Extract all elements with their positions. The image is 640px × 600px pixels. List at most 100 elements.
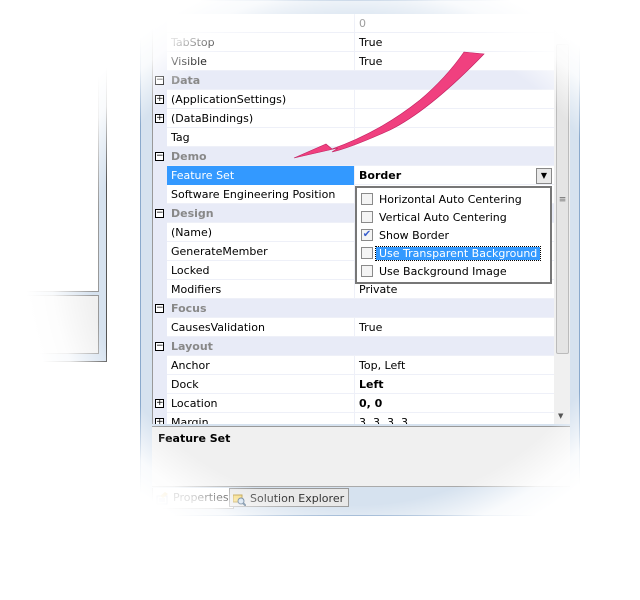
description-panel: Feature Set (152, 426, 570, 486)
collapse-icon[interactable]: − (155, 152, 164, 161)
option-label: Use Transparent Background (374, 245, 542, 261)
property-row[interactable]: Tag (153, 128, 554, 147)
property-value[interactable]: True (355, 318, 554, 337)
row-gutter (153, 185, 167, 204)
property-row[interactable]: Visible True (153, 52, 554, 71)
property-value[interactable] (355, 109, 554, 128)
row-gutter (153, 223, 167, 242)
collapse-icon[interactable]: − (155, 76, 164, 85)
collapse-icon[interactable]: − (155, 209, 164, 218)
property-name: CausesValidation (167, 318, 355, 337)
property-name: Data (171, 74, 201, 87)
property-name: Locked (167, 261, 355, 280)
property-row[interactable]: 0 (153, 14, 554, 33)
row-gutter (153, 128, 167, 147)
expand-icon[interactable]: + (155, 95, 164, 104)
vertical-scrollbar[interactable]: ≡ ▼ (554, 14, 570, 424)
component-tray (0, 295, 99, 354)
category-row[interactable]: − Data (153, 71, 554, 90)
property-name (167, 14, 355, 33)
property-value[interactable]: 3, 3, 3, 3 (355, 413, 554, 424)
checkbox[interactable]: ✔ (361, 229, 373, 241)
expand-icon[interactable]: + (155, 114, 164, 123)
property-row[interactable]: TabStop True (153, 33, 554, 52)
property-row[interactable]: Dock Left (153, 375, 554, 394)
property-name: Margin (167, 413, 355, 424)
property-row[interactable]: + Margin 3, 3, 3, 3 (153, 413, 554, 424)
tab-solution-explorer[interactable]: Solution Explorer (229, 488, 350, 507)
row-gutter (153, 375, 167, 394)
property-name: Dock (167, 375, 355, 394)
option-label: Use Background Image (379, 264, 507, 278)
property-value[interactable]: 0, 0 (355, 394, 554, 413)
property-value[interactable]: True (355, 33, 554, 52)
property-name: Layout (171, 340, 213, 353)
property-name: Feature Set (167, 166, 355, 185)
description-title: Feature Set (158, 432, 231, 445)
expand-icon[interactable]: + (155, 418, 164, 424)
checkbox[interactable] (361, 211, 373, 223)
property-name: TabStop (167, 33, 355, 52)
tool-window-tabs: Properties Solution Explorer (152, 486, 570, 510)
option-label: Horizontal Auto Centering (379, 192, 522, 206)
scrollbar-thumb[interactable]: ≡ (556, 44, 569, 354)
checkbox[interactable] (361, 265, 373, 277)
property-name: Location (167, 394, 355, 413)
designer-panel (0, 40, 107, 362)
property-name: (ApplicationSettings) (167, 90, 355, 109)
row-gutter (153, 242, 167, 261)
tab-properties[interactable]: Properties (152, 488, 234, 509)
option-label: Vertical Auto Centering (379, 210, 507, 224)
scroll-down-arrow-icon[interactable]: ▼ (558, 412, 563, 420)
dropdown-option[interactable]: ✔ Show Border (361, 226, 550, 244)
property-name: Modifiers (167, 280, 355, 299)
property-value[interactable]: Top, Left (355, 356, 554, 375)
category-row[interactable]: − Layout (153, 337, 554, 356)
property-name: Visible (167, 52, 355, 71)
property-value[interactable] (355, 128, 554, 147)
property-row[interactable]: Anchor Top, Left (153, 356, 554, 375)
property-name: Focus (171, 302, 207, 315)
property-value[interactable]: Border (355, 166, 554, 185)
dropdown-option[interactable]: Horizontal Auto Centering (361, 190, 550, 208)
row-gutter (153, 52, 167, 71)
collapse-icon[interactable]: − (155, 304, 164, 313)
solution-explorer-icon (233, 494, 246, 506)
property-name: (Name) (167, 223, 355, 242)
property-name: Design (171, 207, 214, 220)
property-row[interactable]: Feature Set Border (153, 166, 554, 185)
category-row[interactable]: − Focus (153, 299, 554, 318)
property-row[interactable]: + Location 0, 0 (153, 394, 554, 413)
row-gutter (153, 166, 167, 185)
property-row[interactable]: + (DataBindings) (153, 109, 554, 128)
properties-icon (156, 492, 168, 505)
property-value[interactable]: Left (355, 375, 554, 394)
expand-icon[interactable]: + (155, 399, 164, 408)
property-name: Anchor (167, 356, 355, 375)
dropdown-button[interactable]: ▼ (536, 168, 552, 184)
property-name: Demo (171, 150, 207, 163)
row-gutter (153, 261, 167, 280)
tab-label: Solution Explorer (250, 492, 345, 505)
property-row[interactable]: CausesValidation True (153, 318, 554, 337)
feature-set-dropdown: Horizontal Auto Centering Vertical Auto C… (355, 186, 552, 284)
row-gutter (153, 356, 167, 375)
designer-surface (0, 40, 99, 292)
property-row[interactable]: + (ApplicationSettings) (153, 90, 554, 109)
tab-label: Properties (173, 491, 229, 504)
dropdown-option[interactable]: Vertical Auto Centering (361, 208, 550, 226)
property-value[interactable]: True (355, 52, 554, 71)
checkbox[interactable] (361, 193, 373, 205)
collapse-icon[interactable]: − (155, 342, 164, 351)
property-value[interactable]: 0 (355, 14, 554, 33)
row-gutter (153, 14, 167, 33)
property-value[interactable] (355, 90, 554, 109)
checkbox[interactable] (361, 247, 373, 259)
row-gutter (153, 280, 167, 299)
property-name: Software Engineering Position (167, 185, 355, 204)
category-row[interactable]: − Demo (153, 147, 554, 166)
dropdown-option[interactable]: Use Transparent Background (361, 244, 550, 262)
option-label: Show Border (379, 228, 450, 242)
row-gutter (153, 33, 167, 52)
dropdown-option[interactable]: Use Background Image (361, 262, 550, 280)
